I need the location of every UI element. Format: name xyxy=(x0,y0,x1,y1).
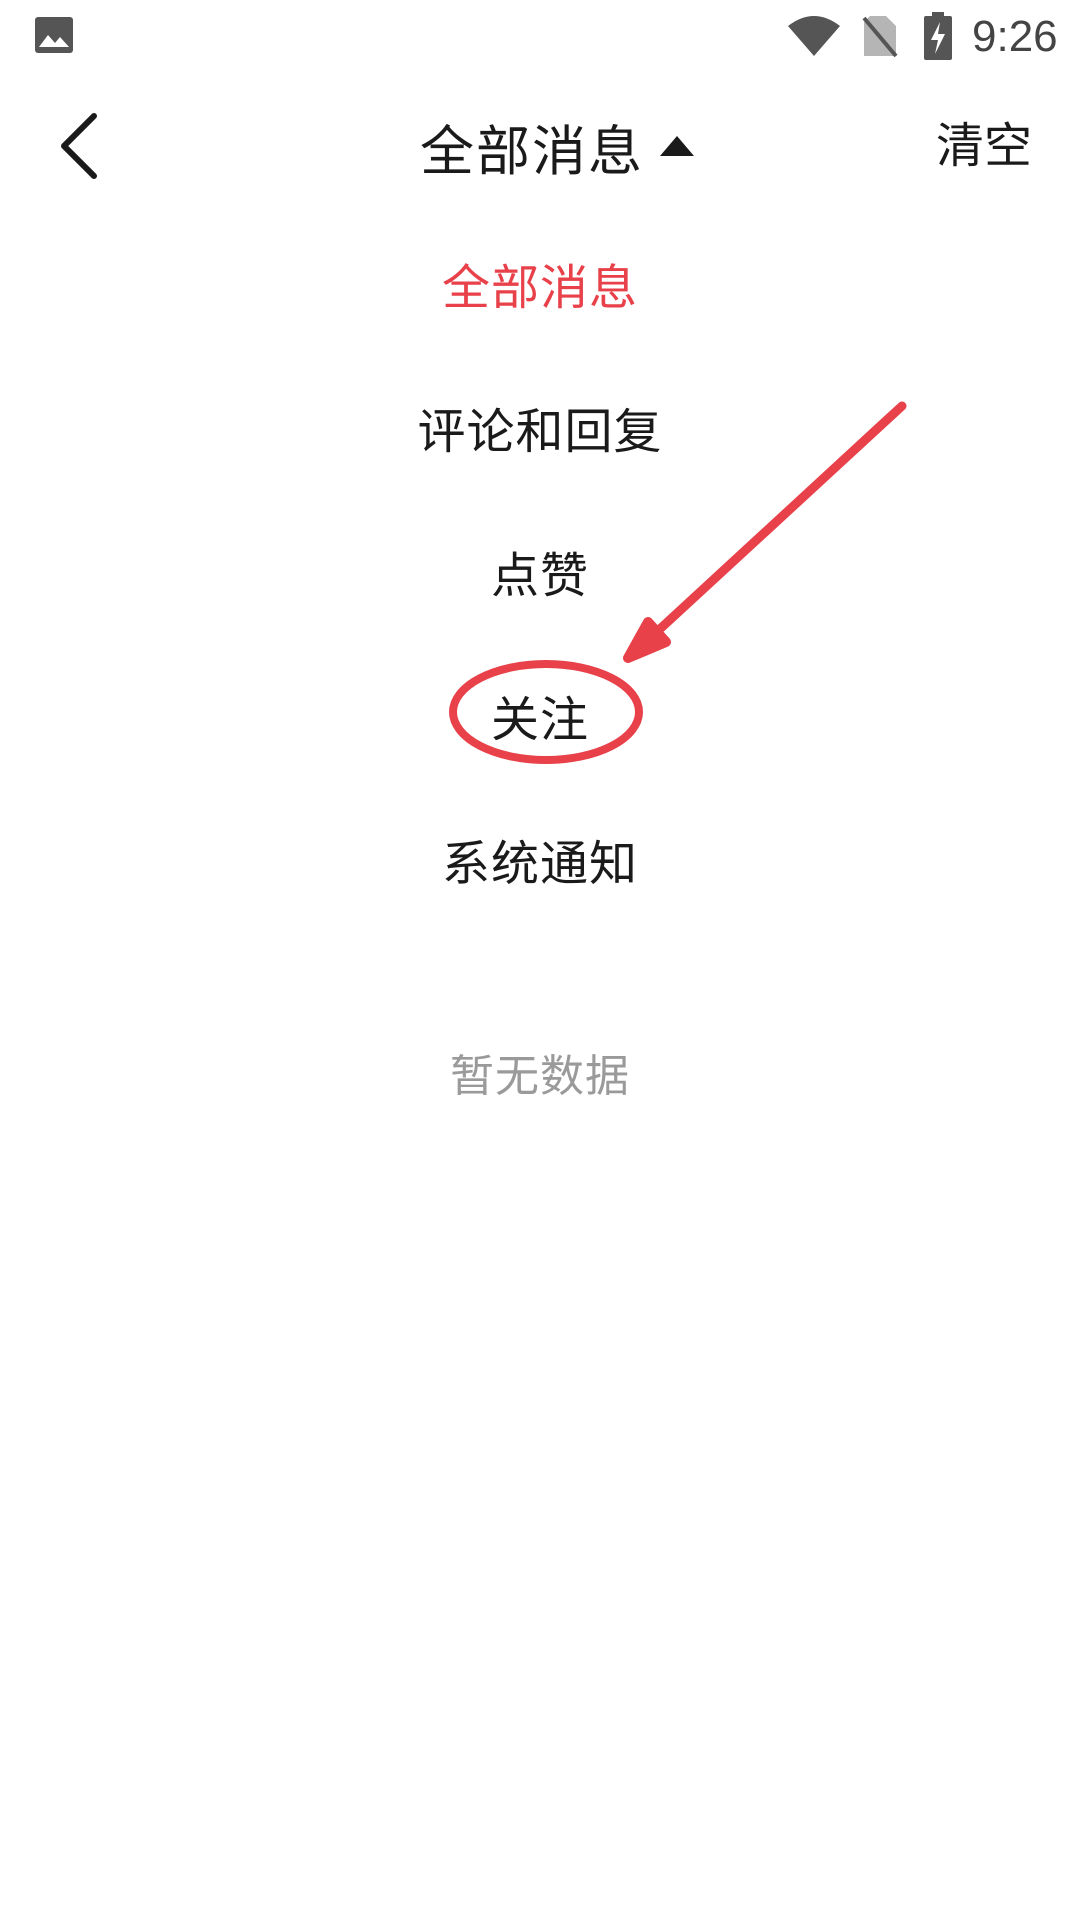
menu-item-label: 全部消息 xyxy=(441,260,638,316)
page-title: 全部消息 xyxy=(420,119,644,183)
menu-item-all-messages[interactable]: 全部消息 xyxy=(0,216,1080,360)
status-bar: 9:26 xyxy=(0,0,1080,76)
wifi-icon xyxy=(788,16,840,56)
menu-item-follows[interactable]: 关注 xyxy=(0,648,1080,792)
chevron-left-icon xyxy=(61,113,97,179)
battery-charging-icon xyxy=(924,12,952,60)
menu-item-label: 点赞 xyxy=(490,548,589,604)
caret-up-icon xyxy=(660,136,694,156)
empty-state-text: 暂无数据 xyxy=(450,1051,630,1102)
menu-item-system-notifications[interactable]: 系统通知 xyxy=(0,792,1080,936)
menu-item-comments-replies[interactable]: 评论和回复 xyxy=(0,360,1080,504)
clear-button[interactable]: 清空 xyxy=(936,76,1032,216)
top-nav: 全部消息 清空 xyxy=(0,76,1080,216)
message-filter-menu: 全部消息 评论和回复 点赞 关注 系统通知 xyxy=(0,216,1080,936)
menu-item-label: 系统通知 xyxy=(441,836,638,892)
menu-item-label: 评论和回复 xyxy=(417,404,663,460)
back-button[interactable] xyxy=(44,106,124,186)
gallery-icon xyxy=(35,17,73,53)
status-time: 9:26 xyxy=(972,12,1058,61)
message-filter-toggle[interactable]: 全部消息 xyxy=(384,107,696,186)
menu-item-label: 关注 xyxy=(490,692,589,748)
menu-item-likes[interactable]: 点赞 xyxy=(0,504,1080,648)
message-screen: 9:26 全部消息 清空 全部消息 评论和回复 点赞 关注 系统通知 暂无数据 xyxy=(0,0,1080,1920)
no-sim-icon xyxy=(862,16,898,58)
